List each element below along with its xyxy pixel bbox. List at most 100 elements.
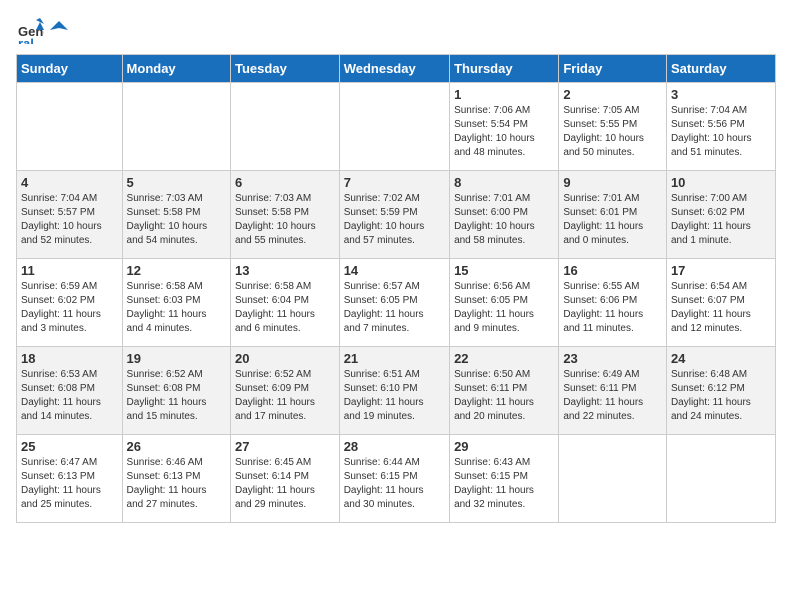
calendar-cell: 5 Sunrise: 7:03 AM Sunset: 5:58 PM Daylig…: [122, 171, 230, 259]
day-info: Sunrise: 6:56 AM Sunset: 6:05 PM Dayligh…: [454, 280, 554, 336]
day-info: Sunrise: 6:46 AM Sunset: 6:13 PM Dayligh…: [127, 456, 226, 512]
calendar-cell: [559, 435, 667, 523]
week-row-2: 4 Sunrise: 7:04 AM Sunset: 5:57 PM Daylig…: [17, 171, 776, 259]
calendar-cell: 22Sunrise: 6:50 AM Sunset: 6:11 PM Dayli…: [450, 347, 559, 435]
day-number: 20: [235, 351, 335, 366]
weekday-header-tuesday: Tuesday: [231, 55, 340, 83]
calendar-cell: [231, 83, 340, 171]
week-row-5: 25 Sunrise: 6:47 AM Sunset: 6:13 PM Dayli…: [17, 435, 776, 523]
week-row-1: 1 Sunrise: 7:06 AM Sunset: 5:54 PM Daylig…: [17, 83, 776, 171]
calendar-cell: [339, 83, 449, 171]
day-number: 21: [344, 351, 445, 366]
weekday-header-row: SundayMondayTuesdayWednesdayThursdayFrid…: [17, 55, 776, 83]
calendar-table: SundayMondayTuesdayWednesdayThursdayFrid…: [16, 54, 776, 523]
weekday-header-thursday: Thursday: [450, 55, 559, 83]
calendar-cell: 2 Sunrise: 7:05 AM Sunset: 5:55 PM Daylig…: [559, 83, 667, 171]
day-info: Sunrise: 6:52 AM Sunset: 6:09 PM Dayligh…: [235, 368, 335, 424]
day-info: Sunrise: 6:47 AM Sunset: 6:13 PM Dayligh…: [21, 456, 118, 512]
day-info: Sunrise: 7:00 AM Sunset: 6:02 PM Dayligh…: [671, 192, 771, 248]
weekday-header-wednesday: Wednesday: [339, 55, 449, 83]
calendar-cell: 12 Sunrise: 6:58 AM Sunset: 6:03 PM Dayli…: [122, 259, 230, 347]
day-number: 6: [235, 175, 335, 190]
calendar-cell: 7 Sunrise: 7:02 AM Sunset: 5:59 PM Daylig…: [339, 171, 449, 259]
calendar-cell: 16 Sunrise: 6:55 AM Sunset: 6:06 PM Dayli…: [559, 259, 667, 347]
calendar-cell: 8 Sunrise: 7:01 AM Sunset: 6:00 PM Daylig…: [450, 171, 559, 259]
day-info: Sunrise: 6:53 AM Sunset: 6:08 PM Dayligh…: [21, 368, 118, 424]
day-info: Sunrise: 6:57 AM Sunset: 6:05 PM Dayligh…: [344, 280, 445, 336]
day-number: 28: [344, 439, 445, 454]
calendar-cell: 11 Sunrise: 6:59 AM Sunset: 6:02 PM Dayli…: [17, 259, 123, 347]
calendar-cell: 21 Sunrise: 6:51 AM Sunset: 6:10 PM Dayli…: [339, 347, 449, 435]
day-info: Sunrise: 6:45 AM Sunset: 6:14 PM Dayligh…: [235, 456, 335, 512]
day-info: Sunrise: 6:58 AM Sunset: 6:03 PM Dayligh…: [127, 280, 226, 336]
day-info: Sunrise: 7:01 AM Sunset: 6:00 PM Dayligh…: [454, 192, 554, 248]
logo-icon: Gene ral: [16, 16, 44, 44]
day-number: 11: [21, 263, 118, 278]
day-number: 17: [671, 263, 771, 278]
calendar-cell: 25 Sunrise: 6:47 AM Sunset: 6:13 PM Dayli…: [17, 435, 123, 523]
day-number: 16: [563, 263, 662, 278]
calendar-cell: 15 Sunrise: 6:56 AM Sunset: 6:05 PM Dayli…: [450, 259, 559, 347]
day-number: 5: [127, 175, 226, 190]
day-number: 1: [454, 87, 554, 102]
day-info: Sunrise: 6:49 AM Sunset: 6:11 PM Dayligh…: [563, 368, 662, 424]
header: Gene ral: [16, 16, 776, 44]
calendar-cell: 13 Sunrise: 6:58 AM Sunset: 6:04 PM Dayli…: [231, 259, 340, 347]
calendar-cell: 10 Sunrise: 7:00 AM Sunset: 6:02 PM Dayli…: [666, 171, 775, 259]
week-row-3: 11 Sunrise: 6:59 AM Sunset: 6:02 PM Dayli…: [17, 259, 776, 347]
day-number: 9: [563, 175, 662, 190]
calendar-cell: 28Sunrise: 6:44 AM Sunset: 6:15 PM Dayli…: [339, 435, 449, 523]
weekday-header-friday: Friday: [559, 55, 667, 83]
day-info: Sunrise: 7:03 AM Sunset: 5:58 PM Dayligh…: [127, 192, 226, 248]
day-info: Sunrise: 7:02 AM Sunset: 5:59 PM Dayligh…: [344, 192, 445, 248]
calendar-cell: 23Sunrise: 6:49 AM Sunset: 6:11 PM Dayli…: [559, 347, 667, 435]
calendar-cell: 18 Sunrise: 6:53 AM Sunset: 6:08 PM Dayli…: [17, 347, 123, 435]
day-number: 4: [21, 175, 118, 190]
day-info: Sunrise: 7:06 AM Sunset: 5:54 PM Dayligh…: [454, 104, 554, 160]
day-number: 25: [21, 439, 118, 454]
calendar-cell: 17 Sunrise: 6:54 AM Sunset: 6:07 PM Dayli…: [666, 259, 775, 347]
calendar-cell: 4 Sunrise: 7:04 AM Sunset: 5:57 PM Daylig…: [17, 171, 123, 259]
calendar-cell: 9Sunrise: 7:01 AM Sunset: 6:01 PM Daylig…: [559, 171, 667, 259]
day-number: 2: [563, 87, 662, 102]
day-number: 7: [344, 175, 445, 190]
calendar-cell: 26 Sunrise: 6:46 AM Sunset: 6:13 PM Dayli…: [122, 435, 230, 523]
svg-text:ral: ral: [18, 36, 34, 44]
calendar-cell: 19 Sunrise: 6:52 AM Sunset: 6:08 PM Dayli…: [122, 347, 230, 435]
day-info: Sunrise: 6:54 AM Sunset: 6:07 PM Dayligh…: [671, 280, 771, 336]
day-number: 10: [671, 175, 771, 190]
day-info: Sunrise: 6:52 AM Sunset: 6:08 PM Dayligh…: [127, 368, 226, 424]
calendar-cell: 14Sunrise: 6:57 AM Sunset: 6:05 PM Dayli…: [339, 259, 449, 347]
day-info: Sunrise: 7:05 AM Sunset: 5:55 PM Dayligh…: [563, 104, 662, 160]
day-number: 18: [21, 351, 118, 366]
day-number: 8: [454, 175, 554, 190]
calendar-cell: 29Sunrise: 6:43 AM Sunset: 6:15 PM Dayli…: [450, 435, 559, 523]
week-row-4: 18 Sunrise: 6:53 AM Sunset: 6:08 PM Dayli…: [17, 347, 776, 435]
day-number: 15: [454, 263, 554, 278]
weekday-header-monday: Monday: [122, 55, 230, 83]
day-number: 19: [127, 351, 226, 366]
day-info: Sunrise: 6:55 AM Sunset: 6:06 PM Dayligh…: [563, 280, 662, 336]
calendar-cell: 24Sunrise: 6:48 AM Sunset: 6:12 PM Dayli…: [666, 347, 775, 435]
day-info: Sunrise: 6:58 AM Sunset: 6:04 PM Dayligh…: [235, 280, 335, 336]
logo-text-wrapper: [48, 20, 70, 40]
day-number: 13: [235, 263, 335, 278]
day-number: 3: [671, 87, 771, 102]
day-info: Sunrise: 6:51 AM Sunset: 6:10 PM Dayligh…: [344, 368, 445, 424]
day-info: Sunrise: 7:04 AM Sunset: 5:57 PM Dayligh…: [21, 192, 118, 248]
calendar-cell: 20 Sunrise: 6:52 AM Sunset: 6:09 PM Dayli…: [231, 347, 340, 435]
calendar-cell: [122, 83, 230, 171]
weekday-header-sunday: Sunday: [17, 55, 123, 83]
day-number: 29: [454, 439, 554, 454]
calendar-cell: 6Sunrise: 7:03 AM Sunset: 5:58 PM Daylig…: [231, 171, 340, 259]
day-number: 27: [235, 439, 335, 454]
day-number: 12: [127, 263, 226, 278]
day-info: Sunrise: 6:59 AM Sunset: 6:02 PM Dayligh…: [21, 280, 118, 336]
weekday-header-saturday: Saturday: [666, 55, 775, 83]
day-info: Sunrise: 7:04 AM Sunset: 5:56 PM Dayligh…: [671, 104, 771, 160]
day-number: 26: [127, 439, 226, 454]
day-info: Sunrise: 6:48 AM Sunset: 6:12 PM Dayligh…: [671, 368, 771, 424]
logo: Gene ral: [16, 16, 70, 44]
calendar-cell: [17, 83, 123, 171]
logo-flag-icon: [49, 20, 69, 40]
